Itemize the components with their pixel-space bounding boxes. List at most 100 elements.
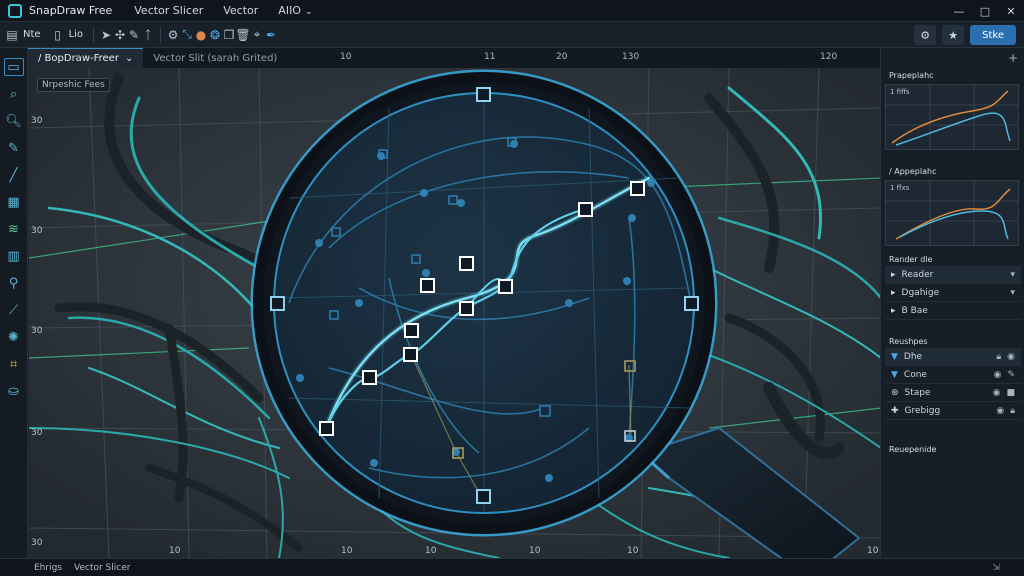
pointer-icon[interactable]: ➤ (99, 28, 113, 42)
menu-item-aiio-label: AIIO (278, 4, 301, 17)
canvas-label: Nrpeshic Fees (37, 78, 110, 92)
visibility-icon[interactable]: ◉ (996, 406, 1004, 416)
stack-tool-icon[interactable]: ≋ (4, 220, 24, 238)
magnifier-lens (250, 69, 718, 537)
title-bar: SnapDraw Free Vector Slicer Vector AIIO ⌄… (0, 0, 1024, 22)
grid-tool-icon[interactable]: ▥ (4, 247, 24, 265)
bucket-tool-icon[interactable]: ⛀ (4, 382, 24, 400)
ruler-label: 10 (867, 546, 879, 556)
tab-label: Vector Slit (sarah Grited) (153, 52, 278, 64)
ruler-label: 10 (169, 546, 181, 556)
row-controls: ◉ 🔒︎ (996, 406, 1015, 416)
file-button[interactable]: ▤ Nte (0, 25, 46, 45)
visibility-icon[interactable]: ◉ (994, 370, 1002, 380)
preview-panel-2: / Appeplahc 1 ffxs (885, 164, 1021, 246)
resize-grip-icon[interactable]: ⇲ (992, 563, 1000, 573)
panel-title: / Appeplahc (889, 166, 937, 176)
chevron-down-icon: ⌄ (304, 7, 313, 17)
close-button[interactable]: ✕ (998, 0, 1024, 22)
object-icon: ✚ (891, 405, 899, 416)
ruler-label: 10 (340, 52, 352, 62)
menu-item-vector-slicer[interactable]: Vector Slicer (134, 4, 203, 17)
effects-tool-icon[interactable]: ✺ (4, 328, 24, 346)
tab-bopdraw[interactable]: / BopDraw-Freer ⌄ (28, 48, 144, 68)
drawing-canvas[interactable]: Nrpeshic Fees 30 30 30 30 30 10 10 10 10… (28, 68, 880, 558)
line-tool-icon[interactable]: ╱ (4, 166, 24, 184)
node-tool-icon[interactable]: ✣ (113, 28, 127, 42)
camera-icon[interactable]: ■ (1006, 388, 1015, 398)
chevron-down-icon: ⌄ (124, 53, 134, 64)
menu-item-aiio[interactable]: AIIO ⌄ (278, 4, 312, 17)
minimize-button[interactable]: — (946, 0, 972, 22)
pen-icon[interactable]: ✎ (127, 28, 141, 42)
pin-tool-icon[interactable]: ⚲ (4, 274, 24, 292)
copy-icon[interactable]: ❐ (222, 28, 236, 42)
object-row[interactable]: ▼ Cone ◉ ✎ (885, 366, 1021, 384)
settings-icon[interactable]: ⚙ (166, 28, 180, 42)
brush-tool-icon[interactable]: ⟋ (4, 301, 24, 319)
properties-panel: Reuepenide (885, 442, 1021, 456)
object-icon: ▼ (891, 369, 898, 380)
ruler-label: 10 (627, 546, 639, 556)
toolbar-right: ⚙ ★ Stke (914, 25, 1016, 45)
ruler-label: 30 (31, 326, 43, 336)
zoom-tool-icon[interactable]: ⌕ (4, 85, 24, 103)
ruler-label: 30 (31, 428, 43, 438)
expand-icon: ▸ (891, 287, 896, 298)
ruler-label: 10 (425, 546, 437, 556)
pen-tool-icon[interactable]: ✎ (4, 139, 24, 157)
status-item: Vector Slicer (74, 562, 131, 573)
layer-menu-icon[interactable]: ▾ (1010, 270, 1015, 280)
file-label: Nte (23, 29, 41, 40)
gear-icon[interactable]: ⚙ (914, 25, 937, 45)
effects-icon[interactable]: ❂ (208, 28, 222, 42)
panel-add-icon[interactable]: + (881, 48, 1024, 68)
app-logo-icon (8, 3, 22, 18)
layers-tool-icon[interactable]: ▦ (4, 193, 24, 211)
pen-tool-icon[interactable]: ✒ (264, 28, 278, 42)
panel-title: Reushpes (889, 336, 928, 346)
object-row[interactable]: ✚ Grebigg ◉ 🔒︎ (885, 402, 1021, 420)
search-tool-icon[interactable]: 🔍︎ (4, 112, 24, 130)
layer-row[interactable]: ▸ Reader ▾ (885, 266, 1021, 284)
layer-row[interactable]: ▸ B Bae (885, 302, 1021, 320)
thumbnail-label: 1 fiffs (890, 88, 910, 96)
edit-label: Lio (68, 29, 84, 40)
layer-name: B Bae (901, 305, 928, 316)
tab-vector-slit[interactable]: Vector Slit (sarah Grited) (143, 48, 287, 68)
canvas-label-text: Nrpeshic Fees (42, 80, 105, 90)
ruler-label: 30 (31, 116, 43, 126)
layer-row[interactable]: ▸ Dgahige ▾ (885, 284, 1021, 302)
object-row[interactable]: ⊛ Stape ◉ ■ (885, 384, 1021, 402)
layer-menu-icon[interactable]: ▾ (1010, 288, 1015, 298)
select-tool-icon[interactable]: ▭ (3, 58, 24, 76)
crop-tool-icon[interactable]: ⌗ (4, 355, 24, 373)
document-tabs: / BopDraw-Freer ⌄ Vector Slit (sarah Grit… (28, 48, 880, 68)
tab-label: / BopDraw-Freer (38, 53, 119, 64)
crosshair-icon[interactable]: ⌖ (250, 27, 264, 42)
trash-icon[interactable]: 🗑 (235, 28, 250, 42)
preview-thumbnail[interactable]: 1 fiffs (885, 84, 1019, 150)
panel-title: Rander dle (889, 254, 933, 264)
object-icon: ⊛ (891, 387, 899, 398)
object-row[interactable]: ▼ Dhe 🔒︎ ◉ (885, 348, 1021, 366)
top-ruler: 10 11 20 130 120 (278, 48, 878, 68)
bookmark-icon[interactable]: ★ (942, 25, 965, 45)
ruler-label: 30 (31, 538, 43, 548)
lock-icon[interactable]: 🔒︎ (1010, 406, 1015, 416)
transform-icon[interactable]: ⤡ (180, 27, 194, 42)
color-palette-icon[interactable]: ● (194, 28, 208, 42)
lock-icon[interactable]: 🔒︎ (996, 352, 1001, 362)
right-panel: + Prapeplahc 1 fiffs / Appeplahc 1 ffxs (880, 48, 1024, 558)
preview-panel-1: Prapeplahc 1 fiffs (885, 68, 1021, 150)
brush-icon[interactable]: ᛏ (141, 28, 155, 42)
menu-item-vector[interactable]: Vector (223, 4, 258, 17)
preview-thumbnail[interactable]: 1 ffxs (885, 180, 1019, 246)
visibility-icon[interactable]: ◉ (1007, 352, 1015, 362)
edit-button[interactable]: ▯ Lio (46, 25, 88, 45)
ruler-label: 10 (341, 546, 353, 556)
share-button[interactable]: Stke (970, 25, 1016, 45)
visibility-icon[interactable]: ◉ (993, 388, 1001, 398)
maximize-button[interactable]: □ (972, 0, 998, 22)
edit-icon[interactable]: ✎ (1007, 370, 1015, 380)
